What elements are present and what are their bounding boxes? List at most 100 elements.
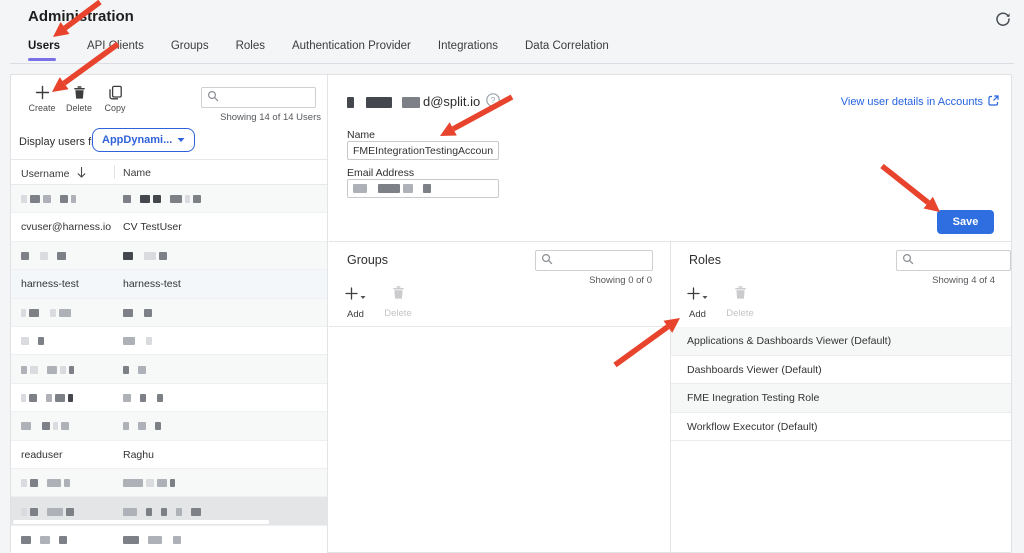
redaction-block xyxy=(347,97,354,108)
redaction-block xyxy=(153,195,161,203)
redaction-block xyxy=(123,422,129,430)
email-field-label: Email Address xyxy=(347,167,414,179)
redaction-block xyxy=(144,252,156,260)
tab-bar: Users API Clients Groups Roles Authenticatio… xyxy=(28,40,609,61)
redaction-block xyxy=(59,309,71,317)
redaction-block xyxy=(185,195,190,203)
redaction-block xyxy=(21,366,27,374)
name-cell xyxy=(123,420,164,432)
groups-delete-button[interactable]: Delete xyxy=(381,285,415,319)
users-table-body: cvuser@harness.io CV TestUser harness-test… xyxy=(11,185,327,553)
search-icon xyxy=(902,252,914,270)
username-cell xyxy=(21,534,70,546)
username-cell: cvuser@harness.io xyxy=(21,221,111,233)
redaction-block xyxy=(191,508,201,516)
redaction-block xyxy=(21,337,29,345)
name-cell xyxy=(123,250,170,262)
view-user-details-link[interactable]: View user details in Accounts xyxy=(841,95,999,109)
redaction-block xyxy=(165,536,170,544)
redaction-block xyxy=(357,97,363,108)
roles-search-input[interactable] xyxy=(914,255,1010,267)
users-search-box xyxy=(201,87,316,108)
role-list-item[interactable]: FME Inegration Testing Role xyxy=(671,384,1011,413)
redaction-block xyxy=(21,309,26,317)
table-row[interactable] xyxy=(11,526,327,553)
roles-delete-button[interactable]: Delete xyxy=(723,285,757,319)
redaction-block xyxy=(71,195,76,203)
redaction-block xyxy=(173,536,181,544)
refresh-icon[interactable] xyxy=(994,10,1012,28)
redaction-block xyxy=(42,309,47,317)
roles-list: Applications & Dashboards Viewer (Defaul… xyxy=(671,327,1011,441)
redaction-block xyxy=(136,252,141,260)
role-list-item[interactable]: Workflow Executor (Default) xyxy=(671,413,1011,442)
redaction-block xyxy=(140,508,143,516)
tab-api-clients[interactable]: API Clients xyxy=(87,40,144,61)
redaction-block xyxy=(46,394,52,402)
name-field-input[interactable] xyxy=(347,141,499,160)
plus-icon xyxy=(345,287,358,305)
roles-add-button[interactable]: Add xyxy=(687,287,708,320)
email-field-input[interactable] xyxy=(347,179,499,198)
tab-groups[interactable]: Groups xyxy=(171,40,209,61)
page-title: Administration xyxy=(28,8,134,25)
role-list-item[interactable]: Dashboards Viewer (Default) xyxy=(671,356,1011,385)
table-row[interactable] xyxy=(11,355,327,383)
table-row[interactable]: cvuser@harness.io CV TestUser xyxy=(11,213,327,241)
tab-roles[interactable]: Roles xyxy=(236,40,265,61)
name-cell: CV TestUser xyxy=(123,221,182,233)
table-row[interactable] xyxy=(11,469,327,497)
table-row[interactable]: harness-testharness-test xyxy=(11,270,327,298)
username-cell xyxy=(21,477,73,489)
table-row[interactable] xyxy=(11,185,327,213)
table-row[interactable]: readuserRaghu xyxy=(11,441,327,469)
redaction-block xyxy=(146,508,152,516)
tab-authentication-provider[interactable]: Authentication Provider xyxy=(292,40,411,61)
username-cell xyxy=(21,250,69,262)
tab-data-correlation[interactable]: Data Correlation xyxy=(525,40,609,61)
tab-users[interactable]: Users xyxy=(28,40,60,61)
username-column-header[interactable]: Username xyxy=(21,167,86,181)
delete-label: Delete xyxy=(64,103,94,113)
username-cell xyxy=(21,420,72,432)
horizontal-scrollbar-thumb[interactable] xyxy=(13,520,269,524)
table-row[interactable] xyxy=(11,242,327,270)
redaction-block xyxy=(53,536,56,544)
redaction-block xyxy=(140,394,146,402)
redaction-block xyxy=(193,195,201,203)
tab-integrations[interactable]: Integrations xyxy=(438,40,498,61)
table-row[interactable] xyxy=(11,299,327,327)
users-showing-count: Showing 14 of 14 Users xyxy=(220,112,321,123)
redaction-block xyxy=(185,508,188,516)
create-user-button[interactable]: Create xyxy=(27,85,57,113)
redaction-block xyxy=(170,195,182,203)
redaction-block xyxy=(30,479,38,487)
copy-user-button[interactable]: Copy xyxy=(100,85,130,113)
name-cell xyxy=(123,363,149,375)
groups-search-input[interactable] xyxy=(553,255,652,267)
role-list-item[interactable]: Applications & Dashboards Viewer (Defaul… xyxy=(671,327,1011,356)
redaction-block xyxy=(136,309,141,317)
roles-search-box xyxy=(896,250,1011,271)
search-icon xyxy=(207,89,219,107)
users-search-input[interactable] xyxy=(219,92,315,104)
redaction-block xyxy=(60,195,68,203)
groups-add-button[interactable]: Add xyxy=(345,287,366,320)
chevron-down-icon xyxy=(177,134,185,146)
delete-user-button[interactable]: Delete xyxy=(64,85,94,113)
help-icon[interactable]: ? xyxy=(486,93,500,110)
redaction-block xyxy=(142,536,145,544)
plus-icon xyxy=(27,85,57,100)
table-row[interactable] xyxy=(11,327,327,355)
redaction-block xyxy=(32,337,35,345)
redaction-block xyxy=(21,252,29,260)
table-row[interactable] xyxy=(11,384,327,412)
roles-add-label: Add xyxy=(687,309,708,320)
table-row[interactable] xyxy=(11,497,327,525)
save-button[interactable]: Save xyxy=(937,210,994,234)
name-column-header[interactable]: Name xyxy=(123,167,151,179)
redaction-block xyxy=(21,508,27,516)
table-row[interactable] xyxy=(11,412,327,440)
display-users-from-dropdown[interactable]: AppDynami... xyxy=(92,128,195,152)
name-cell xyxy=(123,392,166,404)
